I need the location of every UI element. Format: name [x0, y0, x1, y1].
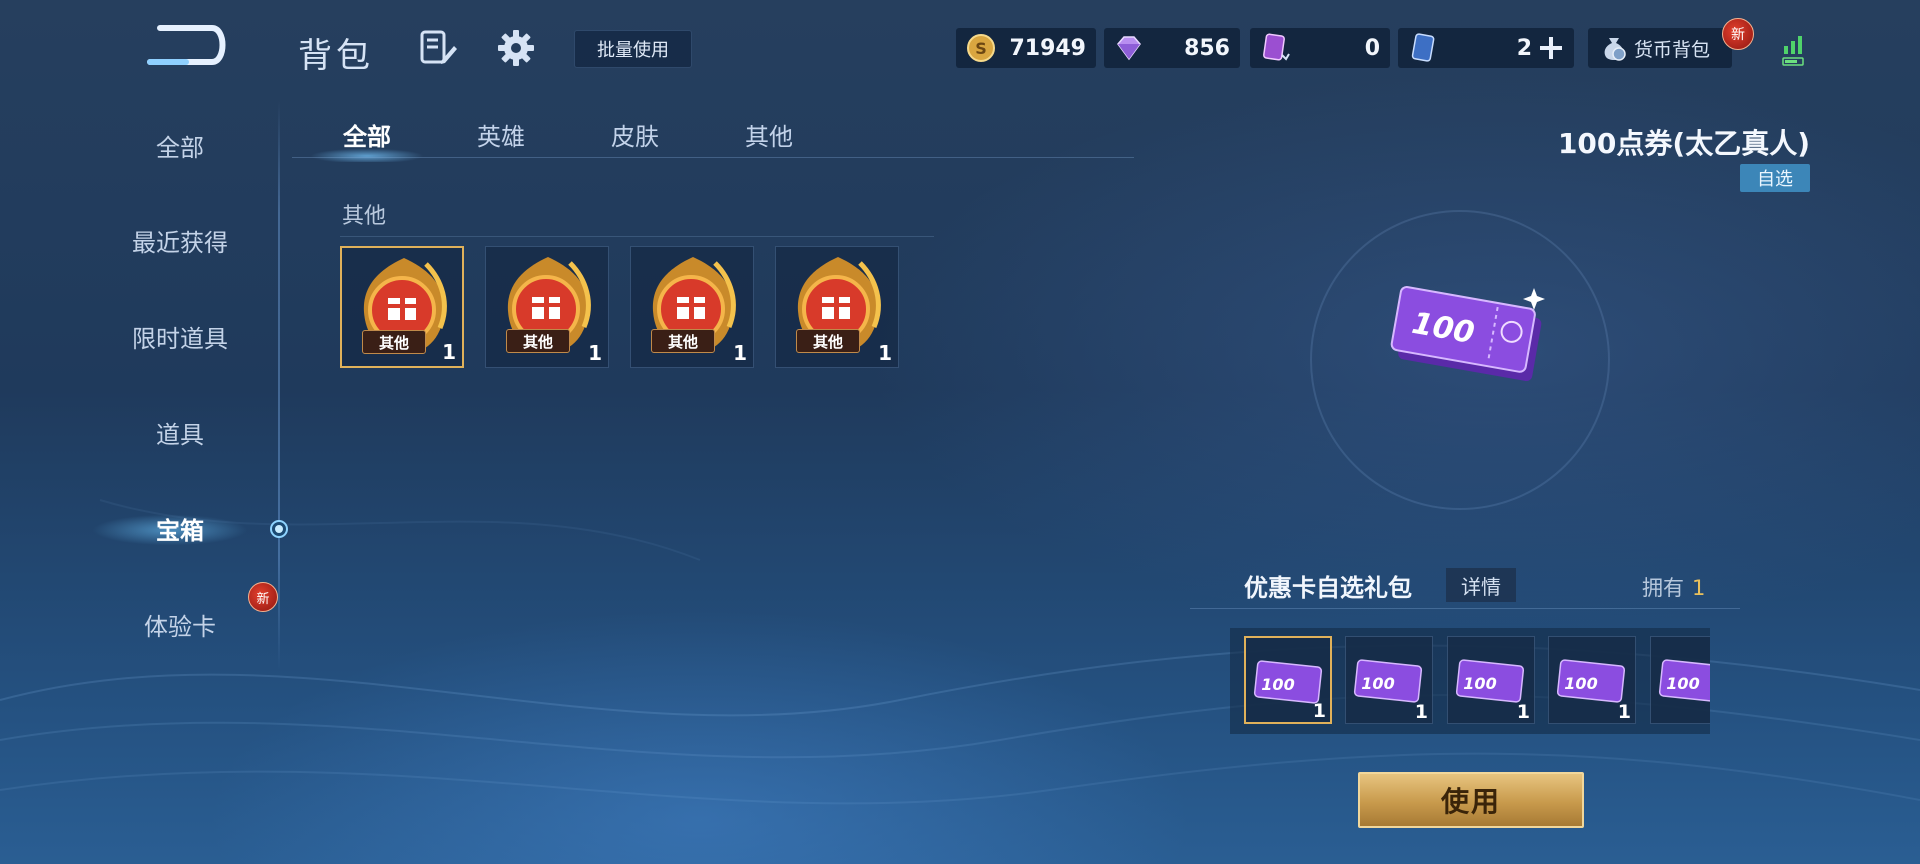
blue-card-value: 2 — [1516, 35, 1532, 61]
item-tag: 其他 — [651, 329, 715, 353]
voucher-ticket-icon: 100 — [1556, 659, 1626, 703]
nav-new-badge: 新 — [248, 582, 278, 612]
tab-all[interactable]: 全部 — [322, 114, 412, 154]
item-slot[interactable]: 其他 1 — [630, 246, 754, 368]
currency-gold: S 71949 — [956, 28, 1096, 68]
sidebar-item-recent[interactable]: 最近获得 — [80, 210, 280, 270]
voucher-ticket-icon: 100 — [1253, 660, 1323, 704]
back-arrow-icon[interactable] — [140, 20, 230, 70]
currency-wallet-button[interactable]: 货币背包 — [1588, 28, 1732, 68]
item-slot[interactable]: 其他 1 — [775, 246, 899, 368]
option-qty: 1 — [1516, 701, 1530, 723]
item-tag: 其他 — [362, 330, 426, 354]
item-qty: 1 — [588, 341, 602, 365]
page-title: 背包 — [298, 36, 374, 76]
currency-blue-card: 2 — [1398, 28, 1574, 68]
item-qty: 1 — [878, 341, 892, 365]
pack-divider — [1190, 608, 1740, 609]
use-button[interactable]: 使用 — [1358, 772, 1584, 828]
money-bag-icon — [1604, 38, 1626, 61]
item-tag: 其他 — [796, 329, 860, 353]
tab-other[interactable]: 其他 — [724, 114, 814, 154]
tab-skins[interactable]: 皮肤 — [590, 114, 680, 154]
owned-count: 拥有 1 — [1642, 572, 1705, 602]
owned-value: 1 — [1692, 576, 1706, 600]
new-badge: 新 — [1722, 18, 1754, 50]
pack-option-slot[interactable]: 100 1 — [1244, 636, 1332, 724]
owned-label: 拥有 — [1642, 576, 1684, 600]
option-ticket-value: 100 — [1261, 675, 1294, 694]
voucher-ticket-icon: 100 — [1353, 659, 1423, 703]
sidebar-item-props[interactable]: 道具 — [80, 402, 280, 462]
pack-title: 优惠卡自选礼包 — [1244, 574, 1412, 602]
nav-divider — [278, 100, 280, 670]
diamond-icon — [1117, 36, 1141, 61]
gold-coin-icon: S — [967, 34, 995, 62]
diamond-value: 856 — [1184, 35, 1230, 61]
option-ticket-value: 100 — [1463, 674, 1496, 693]
currency-diamond: 856 — [1104, 28, 1240, 68]
signal-icon — [1782, 36, 1804, 66]
option-ticket-value: 100 — [1564, 674, 1597, 693]
pack-option-slot[interactable]: 100 1 — [1447, 636, 1535, 724]
section-label: 其他 — [342, 204, 387, 229]
purple-card-icon — [1263, 33, 1290, 61]
pack-option-slot[interactable]: 100 — [1650, 636, 1710, 724]
voucher-ticket-icon: 100 — [1455, 659, 1525, 703]
item-tag: 其他 — [506, 329, 570, 353]
svg-text:S: S — [975, 39, 987, 58]
blue-card-icon — [1411, 33, 1435, 62]
nav-active-indicator — [270, 520, 288, 538]
option-qty: 1 — [1617, 701, 1631, 723]
plus-icon[interactable] — [1538, 35, 1564, 61]
option-qty: 1 — [1312, 700, 1326, 722]
wallet-label: 货币背包 — [1634, 38, 1711, 61]
tab-heroes[interactable]: 英雄 — [456, 114, 546, 154]
sidebar-item-limited[interactable]: 限时道具 — [80, 306, 280, 366]
item-slot[interactable]: 其他 1 — [485, 246, 609, 368]
item-qty: 1 — [442, 340, 456, 364]
detail-title: 100点券(太乙真人) — [1557, 127, 1810, 160]
tabs-divider — [292, 157, 1134, 158]
voucher-ticket-icon: 100 — [1390, 286, 1545, 382]
currency-purple-card: 0 — [1250, 28, 1390, 68]
detail-tag: 自选 — [1740, 164, 1810, 192]
voucher-ticket-icon: 100 — [1658, 659, 1710, 703]
edit-list-icon[interactable] — [418, 28, 458, 68]
option-ticket-value: 100 — [1361, 674, 1394, 693]
details-button[interactable]: 详情 — [1446, 568, 1516, 602]
gold-value: 71949 — [1009, 35, 1086, 61]
item-slot[interactable]: 其他 1 — [340, 246, 464, 368]
item-qty: 1 — [733, 341, 747, 365]
sidebar-item-all[interactable]: 全部 — [80, 115, 280, 175]
option-qty: 1 — [1414, 701, 1428, 723]
section-divider — [340, 236, 934, 237]
pack-option-slot[interactable]: 100 1 — [1548, 636, 1636, 724]
gear-icon[interactable] — [496, 28, 536, 68]
purple-card-value: 0 — [1364, 35, 1380, 61]
pack-option-slot[interactable]: 100 1 — [1345, 636, 1433, 724]
sidebar-item-chests[interactable]: 宝箱 — [80, 498, 280, 558]
option-ticket-value: 100 — [1666, 674, 1699, 693]
batch-use-button[interactable]: 批量使用 — [574, 30, 692, 68]
